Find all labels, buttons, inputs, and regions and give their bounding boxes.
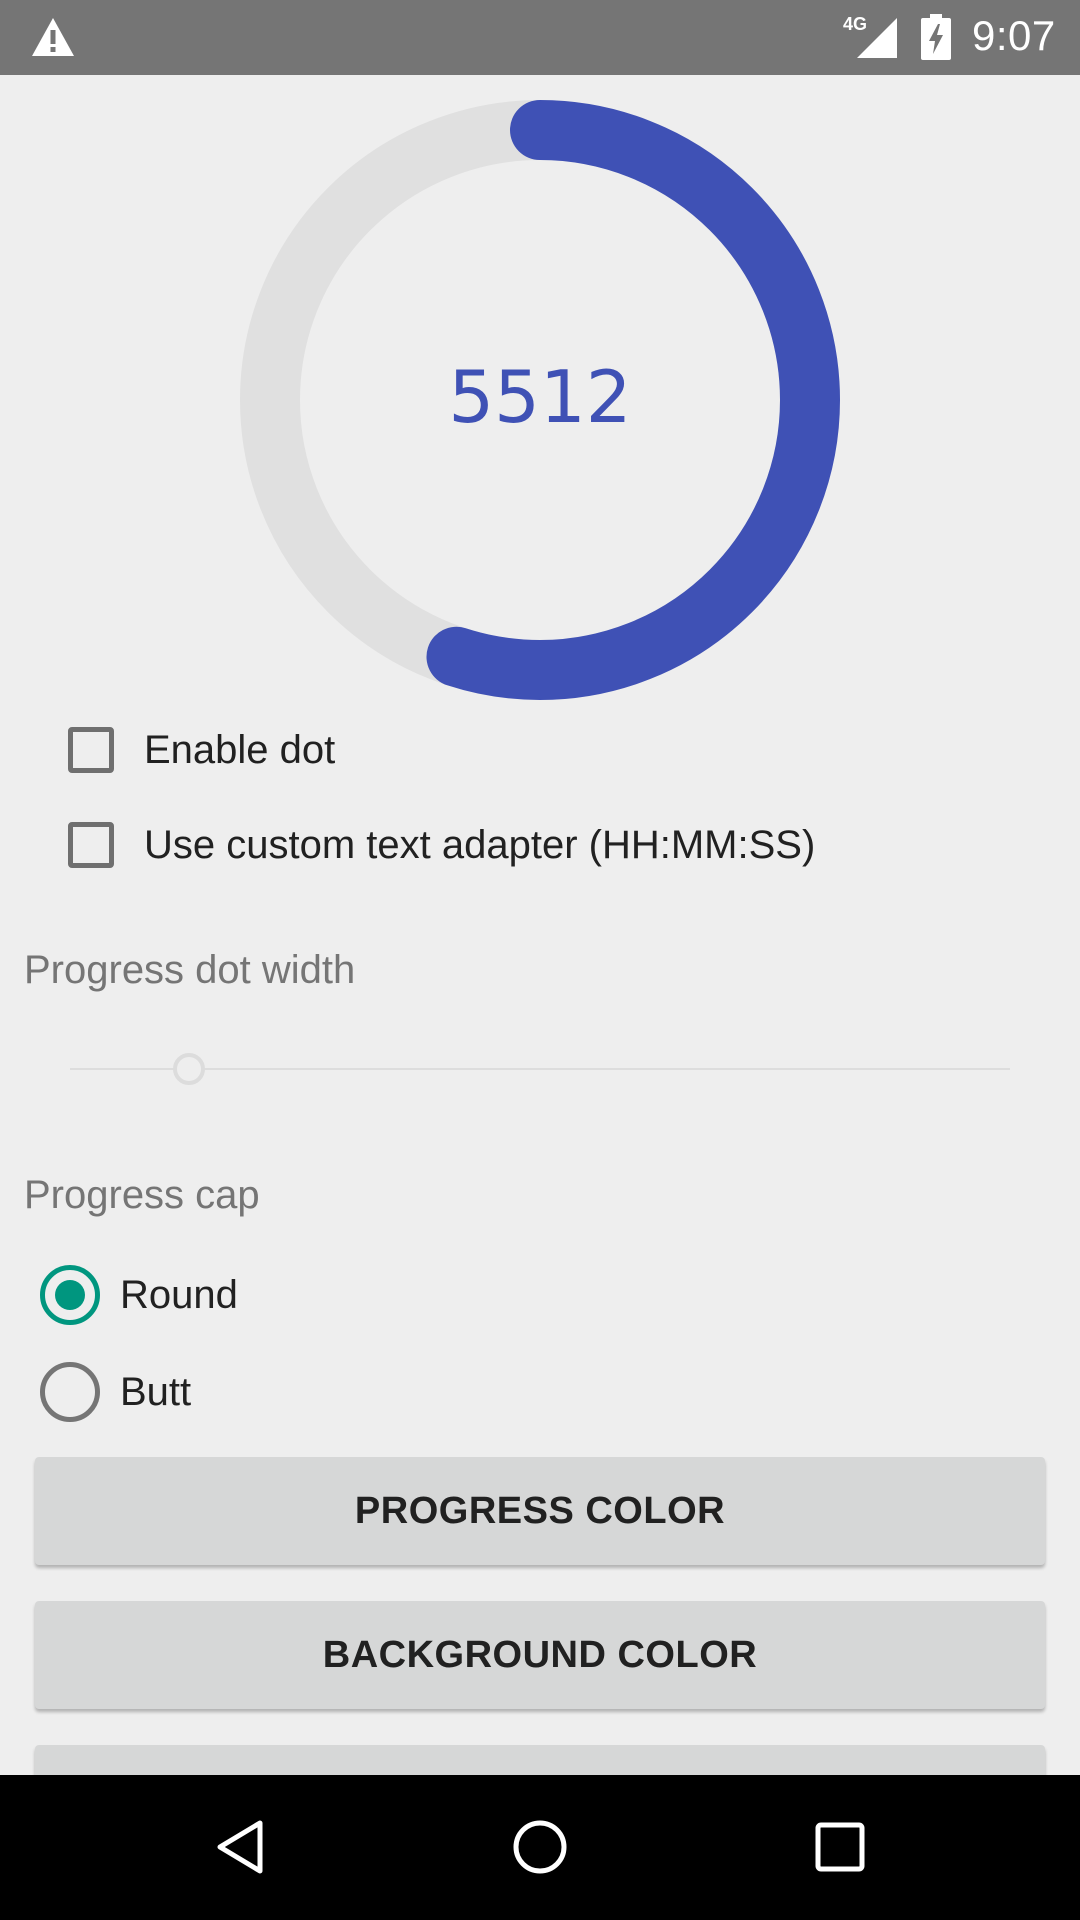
custom-adapter-option[interactable]: Use custom text adapter (HH:MM:SS) bbox=[68, 815, 815, 875]
background-color-button[interactable]: BACKGROUND COLOR bbox=[35, 1601, 1045, 1709]
cap-option-butt[interactable]: Butt bbox=[40, 1360, 191, 1424]
progress-value: 5512 bbox=[448, 355, 632, 439]
status-bar: 4G 9:07 bbox=[0, 0, 1080, 75]
dot-width-title: Progress dot width bbox=[24, 948, 356, 992]
dot-width-slider[interactable] bbox=[70, 1053, 1010, 1085]
recents-button[interactable] bbox=[770, 1775, 910, 1920]
warning-icon bbox=[32, 18, 74, 56]
enable-dot-option[interactable]: Enable dot bbox=[68, 720, 335, 780]
back-icon bbox=[217, 1820, 263, 1874]
butt-radio[interactable] bbox=[40, 1362, 100, 1422]
progress-color-button[interactable]: PROGRESS COLOR bbox=[35, 1457, 1045, 1565]
custom-adapter-checkbox[interactable] bbox=[68, 822, 114, 868]
round-label: Round bbox=[120, 1272, 238, 1317]
circular-progress: 5512 bbox=[0, 75, 1080, 715]
signal-icon bbox=[857, 18, 897, 58]
slider-thumb[interactable] bbox=[173, 1053, 205, 1085]
cap-title: Progress cap bbox=[24, 1173, 260, 1217]
home-icon bbox=[513, 1820, 567, 1874]
back-button[interactable] bbox=[170, 1775, 310, 1920]
enable-dot-checkbox[interactable] bbox=[68, 727, 114, 773]
battery-charging-icon bbox=[921, 14, 951, 60]
recents-icon bbox=[815, 1822, 865, 1872]
clock: 9:07 bbox=[972, 12, 1056, 59]
custom-adapter-label: Use custom text adapter (HH:MM:SS) bbox=[144, 822, 816, 867]
enable-dot-label: Enable dot bbox=[144, 727, 336, 772]
round-radio[interactable] bbox=[40, 1265, 100, 1325]
butt-label: Butt bbox=[120, 1369, 192, 1414]
cap-option-round[interactable]: Round bbox=[40, 1263, 238, 1327]
navigation-bar bbox=[0, 1775, 1080, 1920]
home-button[interactable] bbox=[470, 1775, 610, 1920]
slider-track bbox=[70, 1068, 1010, 1070]
